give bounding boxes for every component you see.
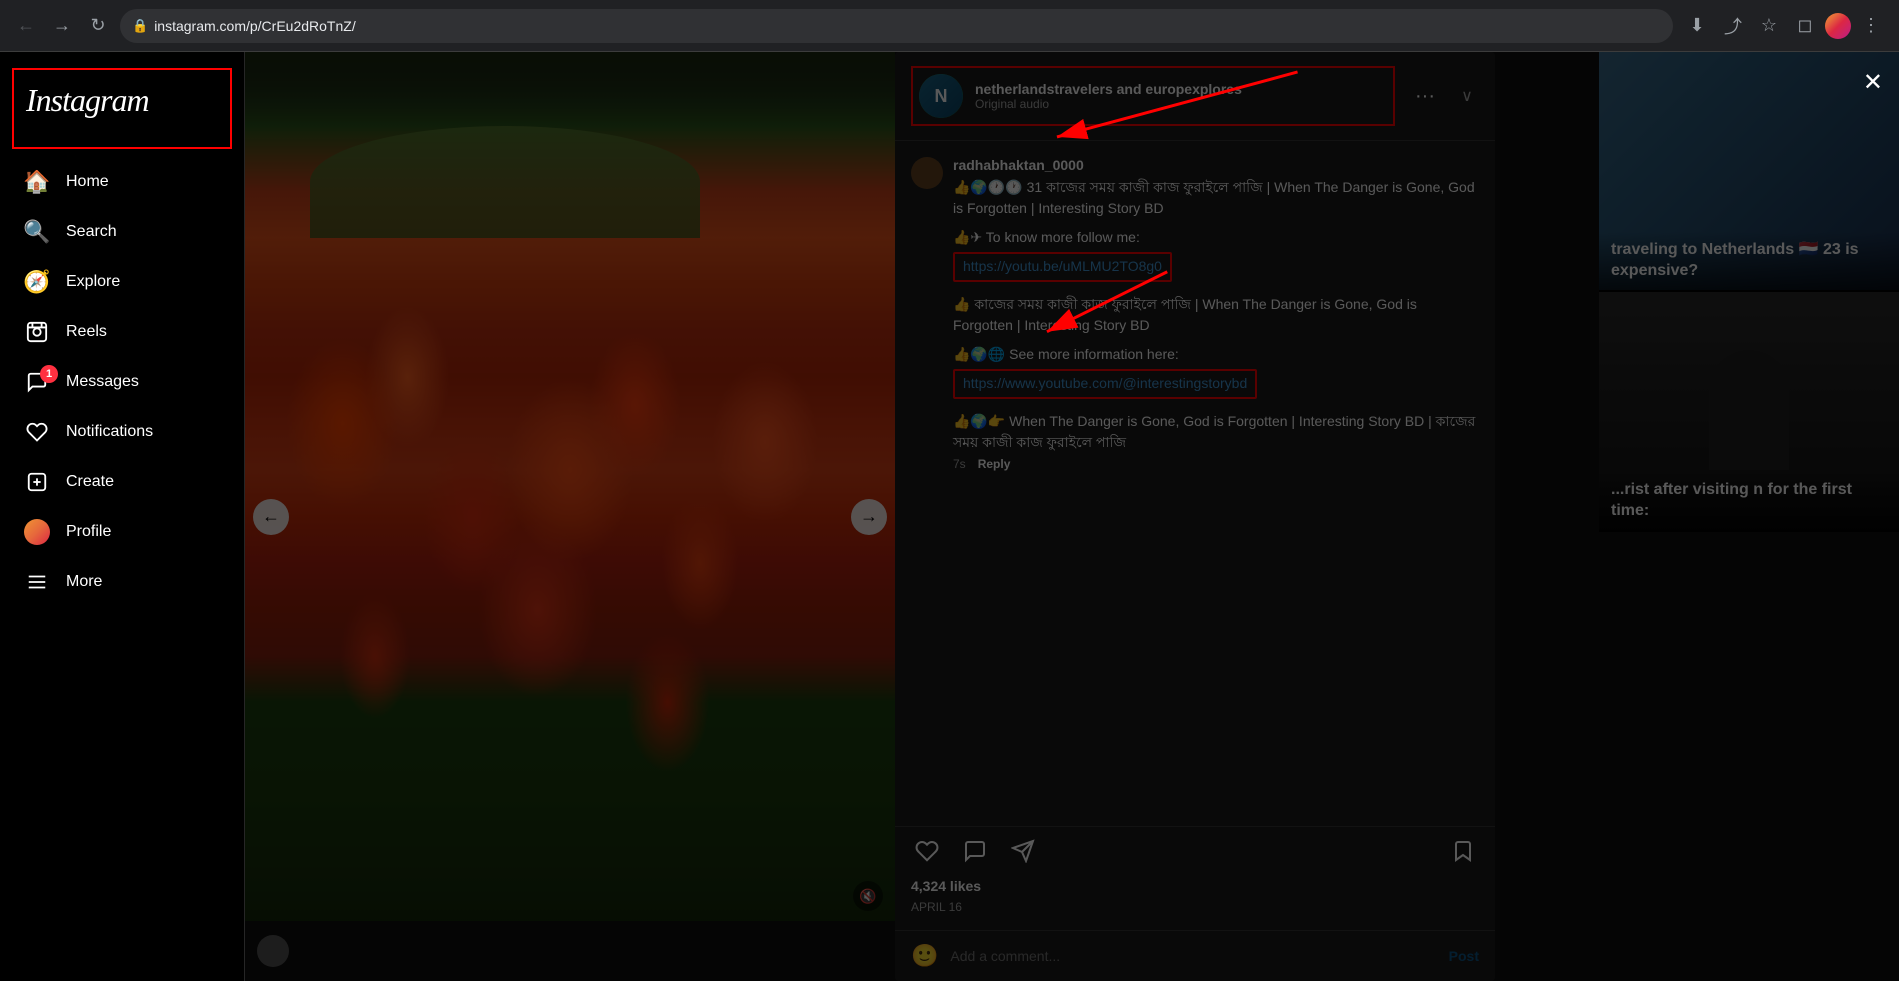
sidebar-item-label-messages: Messages — [66, 373, 139, 391]
app-container: Instagram 🏠 Home 🔍 Search 🧭 Explore — [0, 52, 1899, 981]
sidebar-item-label-more: More — [66, 573, 102, 591]
reels-icon — [24, 319, 50, 345]
sidebar-item-notifications[interactable]: Notifications — [12, 407, 232, 457]
sidebar-item-label-profile: Profile — [66, 523, 111, 541]
back-button[interactable]: ← — [12, 12, 40, 40]
browser-chrome: ← → ↻ 🔒 instagram.com/p/CrEu2dRoTnZ/ ⬇ ⤴… — [0, 0, 1899, 52]
browser-actions: ⬇ ⤴ ☆ ◻ ⋮ — [1681, 10, 1887, 42]
sidebar-item-label-create: Create — [66, 473, 114, 491]
reload-button[interactable]: ↻ — [84, 12, 112, 40]
url-text: instagram.com/p/CrEu2dRoTnZ/ — [154, 18, 356, 34]
menu-button[interactable]: ⋮ — [1855, 10, 1887, 42]
sidebar-nav: 🏠 Home 🔍 Search 🧭 Explore — [12, 157, 232, 607]
sidebar-item-label-explore: Explore — [66, 273, 120, 291]
sidebar-item-messages[interactable]: 1 Messages — [12, 357, 232, 407]
sidebar-item-label-search: Search — [66, 223, 117, 241]
sidebar-item-create[interactable]: Create — [12, 457, 232, 507]
notifications-icon — [24, 419, 50, 445]
forward-button[interactable]: → — [48, 12, 76, 40]
lock-icon: 🔒 — [132, 18, 148, 34]
download-button[interactable]: ⬇ — [1681, 10, 1713, 42]
logo-container: Instagram — [12, 68, 232, 149]
instagram-logo: Instagram — [26, 82, 149, 118]
messages-badge: 1 — [40, 365, 58, 383]
sidebar-item-label-reels: Reels — [66, 323, 107, 341]
sidebar-item-label-home: Home — [66, 173, 109, 191]
browser-profile-avatar[interactable] — [1825, 13, 1851, 39]
main-content: ← → 🔇 traveling to Netherlands 🇳🇱 23 is … — [245, 52, 1899, 981]
address-bar[interactable]: 🔒 instagram.com/p/CrEu2dRoTnZ/ — [120, 9, 1673, 43]
modal-backdrop[interactable] — [245, 52, 1899, 981]
sidebar-item-label-notifications: Notifications — [66, 423, 153, 441]
home-icon: 🏠 — [24, 169, 50, 195]
more-icon — [24, 569, 50, 595]
close-modal-button[interactable]: ✕ — [1863, 68, 1883, 97]
sidebar-item-profile[interactable]: Profile — [12, 507, 232, 557]
explore-icon: 🧭 — [24, 269, 50, 295]
profile-nav-avatar — [24, 519, 50, 545]
bookmark-star-button[interactable]: ☆ — [1753, 10, 1785, 42]
sidebar-item-explore[interactable]: 🧭 Explore — [12, 257, 232, 307]
share-button[interactable]: ⤴ — [1717, 10, 1749, 42]
sidebar-item-more[interactable]: More — [12, 557, 232, 607]
extensions-button[interactable]: ◻ — [1789, 10, 1821, 42]
sidebar: Instagram 🏠 Home 🔍 Search 🧭 Explore — [0, 52, 245, 981]
sidebar-item-search[interactable]: 🔍 Search — [12, 207, 232, 257]
background-area: ← → 🔇 traveling to Netherlands 🇳🇱 23 is … — [245, 52, 1899, 981]
sidebar-item-reels[interactable]: Reels — [12, 307, 232, 357]
create-icon — [24, 469, 50, 495]
search-icon: 🔍 — [24, 219, 50, 245]
sidebar-item-home[interactable]: 🏠 Home — [12, 157, 232, 207]
